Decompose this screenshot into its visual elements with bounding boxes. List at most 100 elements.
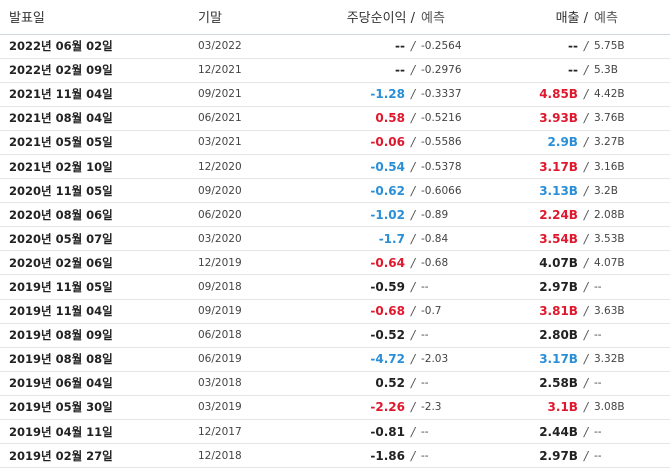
eps-actual-cell: -1.7 / xyxy=(315,227,418,251)
revenue-forecast: 3.08B xyxy=(594,401,625,414)
separator-slash: / xyxy=(583,183,588,198)
revenue-actual: 4.07B xyxy=(539,255,578,270)
revenue-forecast: 2.08B xyxy=(594,208,625,221)
eps-forecast: -- xyxy=(421,377,429,390)
eps-forecast: -0.6066 xyxy=(421,184,462,197)
revenue-actual: 2.97B xyxy=(539,279,578,294)
eps-actual: -1.28 xyxy=(370,87,405,102)
revenue-forecast: 3.27B xyxy=(594,136,625,149)
revenue-forecast: 5.3B xyxy=(594,64,618,77)
revenue-actual: 3.13B xyxy=(539,183,578,198)
revenue-actual-cell: 2.97B / xyxy=(516,444,591,468)
period-end: 03/2021 xyxy=(198,136,242,149)
revenue-actual: 3.93B xyxy=(539,111,578,126)
eps-actual: -0.54 xyxy=(370,159,405,174)
revenue-actual-cell: 4.07B / xyxy=(516,251,591,275)
release-date: 2021년 08월 04일 xyxy=(9,111,113,126)
table-row: 2019년 11월 05일 09/2018 -0.59 / -- 2.97B / -- xyxy=(0,275,670,300)
eps-forecast: -2.3 xyxy=(421,401,442,414)
revenue-actual-cell: 2.9B / xyxy=(516,130,591,154)
eps-actual: -0.81 xyxy=(370,424,405,439)
separator-slash: / xyxy=(410,448,415,463)
eps-actual: -1.02 xyxy=(370,207,405,222)
separator-slash: / xyxy=(583,87,588,102)
header-eps[interactable]: 주당순이익 / xyxy=(315,0,418,34)
separator-slash: / xyxy=(410,87,415,102)
table-row: 2021년 02월 10일 12/2020 -0.54/-0.5378 3.17B/3… xyxy=(0,154,670,179)
eps-actual-cell: -0.62 / xyxy=(315,179,418,203)
eps-actual-cell: -0.68 / xyxy=(315,299,418,323)
revenue-forecast: 3.53B xyxy=(594,232,625,245)
release-date: 2019년 08월 08일 xyxy=(9,352,113,367)
release-date: 2021년 05월 05일 xyxy=(9,135,113,150)
eps-actual-cell: -2.26 / xyxy=(315,395,418,419)
revenue-forecast: 3.63B xyxy=(594,305,625,318)
table-row: 2022년 02월 09일 12/2021 -- / -0.2976 -- / 5.3B xyxy=(0,58,670,83)
separator-slash: / xyxy=(410,279,415,294)
release-date: 2019년 11월 05일 xyxy=(9,279,113,294)
release-date: 2019년 11월 04일 xyxy=(9,304,113,319)
period-end: 12/2020 xyxy=(198,160,242,173)
table-row: 2020년 11월 05일 09/2020 -0.62/-0.6066 3.13B/3… xyxy=(0,179,670,203)
revenue-actual: 2.97B xyxy=(539,448,578,463)
separator-slash: / xyxy=(410,183,415,198)
revenue-actual: 3.81B xyxy=(539,304,578,319)
revenue-forecast: -- xyxy=(594,449,602,462)
revenue-forecast: 4.07B xyxy=(594,256,625,269)
period-end: 12/2017 xyxy=(198,425,242,438)
revenue-actual-cell: -- / xyxy=(516,58,591,82)
separator-slash: / xyxy=(410,111,415,126)
revenue-actual: 4.85B xyxy=(539,87,578,102)
table-row: 2019년 08월 08일 06/2019 -4.72 / -2.03 3.17B / 3.3… xyxy=(0,347,670,372)
eps-forecast: -0.68 xyxy=(421,256,449,269)
eps-actual: -0.52 xyxy=(370,328,405,343)
eps-forecast: -- xyxy=(421,329,429,342)
eps-actual: -0.06 xyxy=(370,135,405,150)
separator-slash: / xyxy=(583,304,588,319)
revenue-actual: 3.17B xyxy=(539,352,578,367)
table-header-row: 발표일 기말 주당순이익 / 예측 매출 / 예측 xyxy=(0,0,670,34)
revenue-actual-cell: 3.93B / xyxy=(516,106,591,130)
separator-slash: / xyxy=(410,63,415,78)
header-period-end[interactable]: 기말 xyxy=(198,0,315,34)
header-revenue[interactable]: 매출 / xyxy=(516,0,591,34)
revenue-actual: 2.44B xyxy=(539,424,578,439)
eps-actual-cell: -- / xyxy=(315,34,418,58)
release-date: 2019년 02월 27일 xyxy=(9,448,113,463)
eps-actual-cell: -0.06 / xyxy=(315,130,418,154)
revenue-actual: 3.1B xyxy=(547,400,578,415)
header-release-date[interactable]: 발표일 xyxy=(0,0,198,34)
separator-slash: / xyxy=(583,328,588,343)
table-row: 2019년 08월 09일 06/2018 -0.52 / -- 2.80B / -- xyxy=(0,323,670,348)
period-end: 03/2018 xyxy=(198,377,242,390)
separator-slash: / xyxy=(583,352,588,367)
eps-actual-cell: -0.64 / xyxy=(315,251,418,275)
revenue-actual: 2.58B xyxy=(539,376,578,391)
separator-slash: / xyxy=(583,39,588,54)
separator-slash: / xyxy=(410,207,415,222)
separator-slash: / xyxy=(583,255,588,270)
table-row: 2019년 06월 04일 03/2018 0.52 / -- 2.58B / -- xyxy=(0,371,670,396)
eps-actual: -0.64 xyxy=(370,255,405,270)
release-date: 2019년 06월 04일 xyxy=(9,376,113,391)
separator-slash: / xyxy=(583,400,588,415)
period-end: 09/2020 xyxy=(198,184,242,197)
revenue-forecast: -- xyxy=(594,280,602,293)
header-revenue-forecast[interactable]: 예측 xyxy=(591,0,670,34)
revenue-actual-cell: 3.17B / xyxy=(516,154,591,178)
table-body: 2022년 06월 02일 03/2022 -- / -0.2564 --/5.75B 20… xyxy=(0,34,670,468)
revenue-forecast: -- xyxy=(594,329,602,342)
header-eps-forecast[interactable]: 예측 xyxy=(418,0,516,34)
revenue-actual: 2.9B xyxy=(547,135,578,150)
eps-actual: -0.62 xyxy=(370,183,405,198)
separator-slash: / xyxy=(410,400,415,415)
release-date: 2021년 02월 10일 xyxy=(9,159,113,174)
eps-forecast: -0.5216 xyxy=(421,112,462,125)
separator-slash: / xyxy=(410,159,415,174)
revenue-actual-cell: 3.1B / xyxy=(516,395,591,419)
revenue-forecast: 3.16B xyxy=(594,160,625,173)
eps-forecast: -0.89 xyxy=(421,208,449,221)
eps-actual: -- xyxy=(394,39,405,54)
release-date: 2021년 11월 04일 xyxy=(9,87,113,102)
separator-slash: / xyxy=(583,231,588,246)
